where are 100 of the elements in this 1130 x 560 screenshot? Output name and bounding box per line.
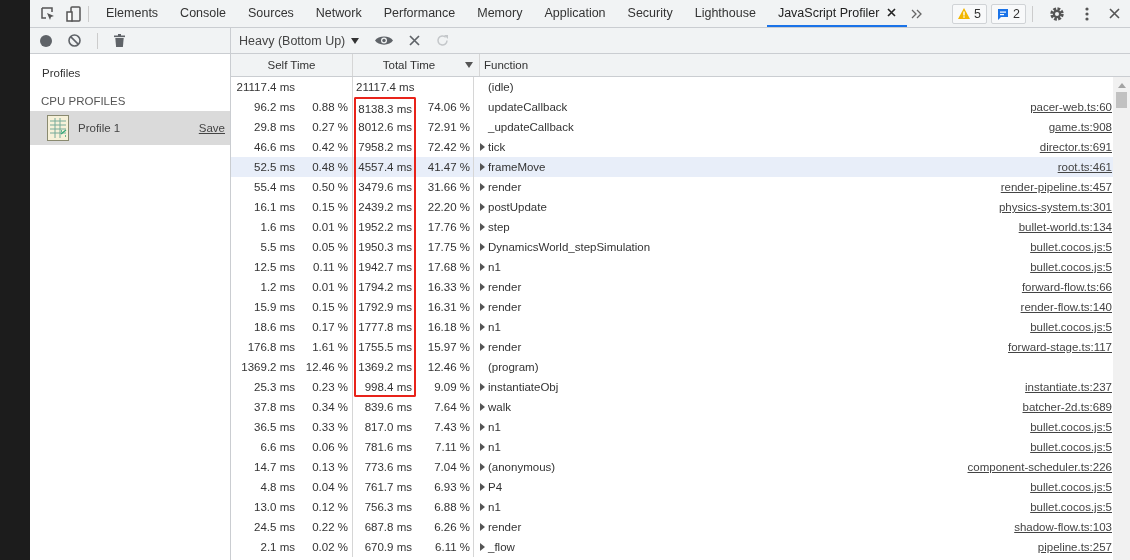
table-row[interactable]: 55.4 ms 0.50 % 3479.6 ms 31.66 % render render-pipeline.ts:457 [231, 177, 1113, 197]
panel-tab[interactable]: Elements [95, 0, 170, 27]
table-row[interactable]: 4.8 ms 0.04 % 761.7 ms 6.93 % P4 bullet.cocos.js:5 [231, 477, 1113, 497]
column-header[interactable]: Function [480, 54, 1113, 76]
more-tabs-icon[interactable] [911, 8, 924, 19]
expand-arrow-icon[interactable] [480, 303, 485, 311]
scrollbar[interactable] [1113, 77, 1130, 560]
source-link[interactable]: forward-flow.ts:66 [1021, 281, 1113, 293]
table-row[interactable]: 29.8 ms 0.27 % 8012.6 ms 72.91 % _updateCallback game.ts:908 [231, 117, 1113, 137]
table-row[interactable]: 6.6 ms 0.06 % 781.6 ms 7.11 % n1 bullet.cocos.js:5 [231, 437, 1113, 457]
caret-icon [351, 37, 360, 44]
function-name: n1 [488, 501, 501, 513]
expand-arrow-icon[interactable] [480, 243, 485, 251]
panel-tab[interactable]: Network [304, 0, 373, 27]
table-row[interactable]: 2.1 ms 0.02 % 670.9 ms 6.11 % _flow pipeline.ts:257 [231, 537, 1113, 557]
expand-arrow-icon[interactable] [480, 343, 485, 351]
table-row[interactable]: 16.1 ms 0.15 % 2439.2 ms 22.20 % postUpdate physics-system.ts:301 [231, 197, 1113, 217]
source-link[interactable]: bullet.cocos.js:5 [1030, 481, 1113, 493]
issue-counter[interactable]: 2 [991, 3, 1026, 24]
table-row[interactable]: 24.5 ms 0.22 % 687.8 ms 6.26 % render shadow-flow.ts:103 [231, 517, 1113, 537]
table-row[interactable]: 96.2 ms 0.88 % 8138.3 ms 74.06 % updateCallback pacer-web.ts:60 [231, 97, 1113, 117]
table-row[interactable]: 25.3 ms 0.23 % 998.4 ms 9.09 % instantiateObj instantiate.ts:237 [231, 377, 1113, 397]
table-row[interactable]: 12.5 ms 0.11 % 1942.7 ms 17.68 % n1 bullet.cocos.js:5 [231, 257, 1113, 277]
expand-arrow-icon[interactable] [480, 483, 485, 491]
issue-counter[interactable]: 5 [952, 3, 988, 24]
source-link[interactable]: component-scheduler.ts:226 [967, 461, 1113, 473]
panel-tab[interactable]: Memory [466, 0, 534, 27]
source-link[interactable]: game.ts:908 [1048, 121, 1113, 133]
source-link[interactable]: shadow-flow.ts:103 [1014, 521, 1113, 533]
expand-arrow-icon[interactable] [480, 403, 485, 411]
source-link[interactable]: pipeline.ts:257 [1037, 541, 1113, 553]
source-link[interactable]: bullet.cocos.js:5 [1030, 441, 1113, 453]
source-link[interactable]: bullet.cocos.js:5 [1030, 501, 1113, 513]
table-row[interactable]: 52.5 ms 0.48 % 4557.4 ms 41.47 % frameMove root.ts:461 [231, 157, 1113, 177]
self-time: 52.5 ms [253, 161, 295, 173]
inspect-icon[interactable] [40, 5, 56, 22]
column-header[interactable]: Self Time [231, 54, 353, 76]
expand-arrow-icon[interactable] [480, 143, 485, 151]
source-link[interactable]: bullet-world.ts:134 [1018, 221, 1113, 233]
table-row[interactable]: 176.8 ms 1.61 % 1755.5 ms 15.97 % render forward-stage.ts:117 [231, 337, 1113, 357]
scroll-thumb[interactable] [1116, 92, 1127, 108]
expand-arrow-icon[interactable] [480, 203, 485, 211]
function-name: render [488, 341, 522, 353]
expand-arrow-icon[interactable] [480, 283, 485, 291]
table-row[interactable]: 36.5 ms 0.33 % 817.0 ms 7.43 % n1 bullet.cocos.js:5 [231, 417, 1113, 437]
source-link[interactable]: bullet.cocos.js:5 [1030, 421, 1113, 433]
expand-arrow-icon[interactable] [480, 163, 485, 171]
expand-arrow-icon[interactable] [480, 443, 485, 451]
clear-icon[interactable] [68, 34, 81, 47]
table-row[interactable]: 1.2 ms 0.01 % 1794.2 ms 16.33 % render forward-flow.ts:66 [231, 277, 1113, 297]
table-row[interactable]: 37.8 ms 0.34 % 839.6 ms 7.64 % walk batcher-2d.ts:689 [231, 397, 1113, 417]
expand-arrow-icon[interactable] [480, 503, 485, 511]
eye-icon[interactable] [375, 35, 394, 46]
column-header[interactable]: Total Time [353, 54, 480, 76]
source-link[interactable]: render-pipeline.ts:457 [1000, 181, 1113, 193]
table-row[interactable]: 1369.2 ms 12.46 % 1369.2 ms 12.46 % (program) [231, 357, 1113, 377]
expand-arrow-icon[interactable] [480, 423, 485, 431]
expand-arrow-icon[interactable] [480, 263, 485, 271]
source-link[interactable]: root.ts:461 [1057, 161, 1113, 173]
source-link[interactable]: bullet.cocos.js:5 [1030, 241, 1113, 253]
close-icon[interactable] [887, 8, 897, 17]
menu-icon[interactable] [1085, 6, 1089, 21]
total-percent: 6.93 % [433, 481, 470, 493]
trash-icon[interactable] [114, 34, 125, 47]
panel-tab[interactable]: Sources [237, 0, 305, 27]
expand-arrow-icon[interactable] [480, 543, 485, 551]
panel-tab[interactable]: Security [616, 0, 684, 27]
source-link[interactable]: pacer-web.ts:60 [1030, 101, 1113, 113]
source-link[interactable]: batcher-2d.ts:689 [1022, 401, 1113, 413]
source-link[interactable]: director.ts:691 [1039, 141, 1113, 153]
source-link[interactable]: bullet.cocos.js:5 [1030, 261, 1113, 273]
expand-arrow-icon[interactable] [480, 323, 485, 331]
device-icon[interactable] [66, 5, 82, 22]
table-row[interactable]: 18.6 ms 0.17 % 1777.8 ms 16.18 % n1 bullet.cocos.js:5 [231, 317, 1113, 337]
panel-tab[interactable]: Performance [372, 0, 467, 27]
expand-arrow-icon[interactable] [480, 183, 485, 191]
table-row[interactable]: 1.6 ms 0.01 % 1952.2 ms 17.76 % step bullet-world.ts:134 [231, 217, 1113, 237]
source-link[interactable]: instantiate.ts:237 [1025, 381, 1113, 393]
table-row[interactable]: 15.9 ms 0.15 % 1792.9 ms 16.31 % render render-flow.ts:140 [231, 297, 1113, 317]
source-link[interactable]: render-flow.ts:140 [1020, 301, 1113, 313]
expand-arrow-icon[interactable] [480, 383, 485, 391]
expand-arrow-icon[interactable] [480, 523, 485, 531]
expand-arrow-icon[interactable] [480, 223, 485, 231]
source-link[interactable]: bullet.cocos.js:5 [1030, 321, 1113, 333]
table-row[interactable]: 14.7 ms 0.13 % 773.6 ms 7.04 % (anonymous) component-scheduler.ts:226 [231, 457, 1113, 477]
source-link[interactable]: physics-system.ts:301 [998, 201, 1113, 213]
panel-tab[interactable]: Application [533, 0, 617, 27]
source-link[interactable]: forward-stage.ts:117 [1008, 341, 1113, 353]
record-icon[interactable] [40, 34, 52, 47]
settings-icon[interactable] [1049, 5, 1065, 22]
table-row[interactable]: 21117.4 ms 21117.4 ms (idle) [231, 77, 1113, 97]
view-dropdown[interactable]: Heavy (Bottom Up) [239, 33, 360, 48]
profile-item[interactable]: Profile 1 Save [30, 111, 230, 145]
panel-tab[interactable]: Console [169, 0, 237, 27]
panel-tab[interactable]: Lighthouse [683, 0, 767, 27]
expand-arrow-icon[interactable] [480, 463, 485, 471]
save-link[interactable]: Save [198, 122, 225, 134]
table-row[interactable]: 5.5 ms 0.05 % 1950.3 ms 17.75 % DynamicsWorld_stepSimulation bullet.cocos.js:5 [231, 237, 1113, 257]
close-icon[interactable] [1109, 8, 1120, 19]
table-row[interactable]: 13.0 ms 0.12 % 756.3 ms 6.88 % n1 bullet.cocos.js:5 [231, 497, 1113, 517]
